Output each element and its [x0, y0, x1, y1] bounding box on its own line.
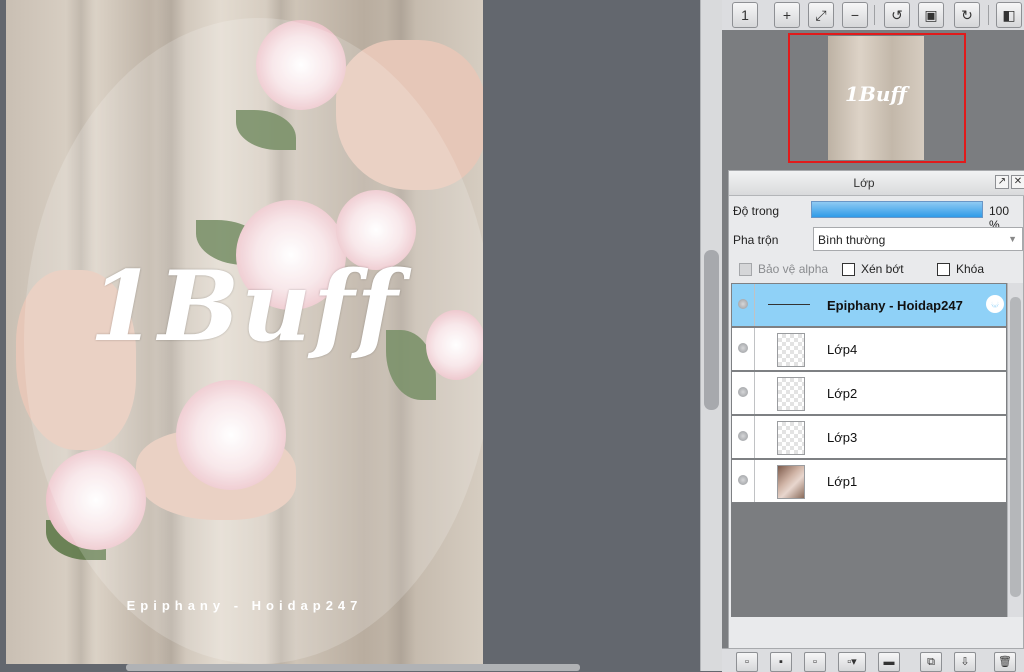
layer-name: Epiphany - Hoidap247: [827, 298, 963, 313]
undock-icon[interactable]: ↗: [995, 175, 1009, 189]
layer-row[interactable]: Lớp1: [731, 459, 1007, 503]
layer-thumbnail: [777, 377, 805, 411]
canvas-artwork[interactable]: 1Buff Epiphany - Hoidap247: [6, 0, 483, 664]
layer-thumbnail: [768, 304, 810, 305]
layer-name: Lớp3: [827, 430, 858, 445]
new-vector-layer-icon[interactable]: ▪: [770, 652, 792, 672]
right-panel: 1 + ⤢ − ↺ ▣ ↻ ◧ 1Buff Lớp ↗ ✕ Độ trong 1…: [722, 0, 1024, 672]
layer-name: Lớp2: [827, 386, 858, 401]
layer-thumbnail: [777, 421, 805, 455]
navigator-preview[interactable]: 1Buff: [722, 30, 1024, 168]
visibility-icon[interactable]: [738, 343, 748, 353]
duplicate-layer-icon[interactable]: ⧉: [920, 652, 942, 672]
flip-icon[interactable]: ◧: [996, 2, 1022, 28]
art-credit-text: Epiphany - Hoidap247: [126, 598, 363, 613]
opacity-label: Độ trong: [733, 204, 780, 218]
protect-alpha-checkbox[interactable]: [739, 263, 752, 276]
layer-panel-title: Lớp: [853, 176, 875, 190]
layer-row[interactable]: Lớp3: [731, 415, 1007, 459]
visibility-icon[interactable]: [738, 387, 748, 397]
layer-list-scrollbar[interactable]: [1007, 283, 1023, 617]
clipping-checkbox[interactable]: [842, 263, 855, 276]
chevron-down-icon: ▼: [1008, 234, 1017, 244]
art-title-text: 1Buff: [89, 250, 400, 363]
lock-checkbox[interactable]: [937, 263, 950, 276]
lock-label: Khóa: [956, 262, 985, 276]
rotate-left-icon[interactable]: ↺: [884, 2, 910, 28]
zoom-actual-icon[interactable]: 1: [732, 2, 758, 28]
layer-thumbnail: [777, 465, 805, 499]
layer-toolbar: ▫ ▪ ▫ ▫▾ ▬ ⧉ ⇩ 🗑: [722, 648, 1024, 672]
layer-row[interactable]: Epiphany - Hoidap247 ✺: [731, 283, 1007, 327]
new-layer-icon[interactable]: ▫: [736, 652, 758, 672]
clipping-label: Xén bớt: [861, 262, 904, 276]
new-special-layer-icon[interactable]: ▫▾: [838, 652, 866, 672]
layer-panel: Lớp ↗ ✕ Độ trong 100 % Pha trộn Bình thư…: [728, 170, 1024, 671]
protect-alpha-label: Bảo vệ alpha: [758, 262, 829, 276]
blend-mode-select[interactable]: Bình thường ▼: [813, 227, 1023, 251]
layer-thumbnail: [777, 333, 805, 367]
layer-row[interactable]: Lớp4: [731, 327, 1007, 371]
layer-panel-header: Lớp ↗ ✕: [729, 171, 1024, 196]
scrollbar-thumb[interactable]: [704, 250, 719, 410]
vertical-scrollbar[interactable]: [700, 0, 723, 671]
rotate-right-icon[interactable]: ↻: [954, 2, 980, 28]
layer-name: Lớp4: [827, 342, 858, 357]
navigator-toolbar: 1 + ⤢ − ↺ ▣ ↻ ◧: [722, 0, 1024, 31]
visibility-icon[interactable]: [738, 431, 748, 441]
zoom-out-icon[interactable]: −: [842, 2, 868, 28]
blend-label: Pha trộn: [733, 233, 779, 247]
fit-screen-icon[interactable]: ⤢: [808, 2, 834, 28]
zoom-in-icon[interactable]: +: [774, 2, 800, 28]
visibility-icon[interactable]: [738, 475, 748, 485]
close-icon[interactable]: ✕: [1011, 175, 1024, 189]
gear-icon[interactable]: ✺: [986, 295, 1004, 313]
opacity-slider[interactable]: [811, 201, 983, 218]
layer-list: Epiphany - Hoidap247 ✺ Lớp4 Lớp2 Lớp3 Lớ…: [731, 283, 1007, 617]
visibility-icon[interactable]: [738, 299, 748, 309]
layer-row[interactable]: Lớp2: [731, 371, 1007, 415]
blend-mode-value: Bình thường: [818, 233, 886, 247]
trash-icon[interactable]: 🗑: [994, 652, 1016, 672]
reset-rotation-icon[interactable]: ▣: [918, 2, 944, 28]
layer-name: Lớp1: [827, 474, 858, 489]
horizontal-scrollbar[interactable]: [126, 664, 580, 671]
new-halftone-layer-icon[interactable]: ▫: [804, 652, 826, 672]
merge-down-icon[interactable]: ⇩: [954, 652, 976, 672]
navigator-view-frame[interactable]: [788, 33, 966, 163]
scrollbar-thumb[interactable]: [1010, 297, 1021, 597]
new-folder-icon[interactable]: ▬: [878, 652, 900, 672]
